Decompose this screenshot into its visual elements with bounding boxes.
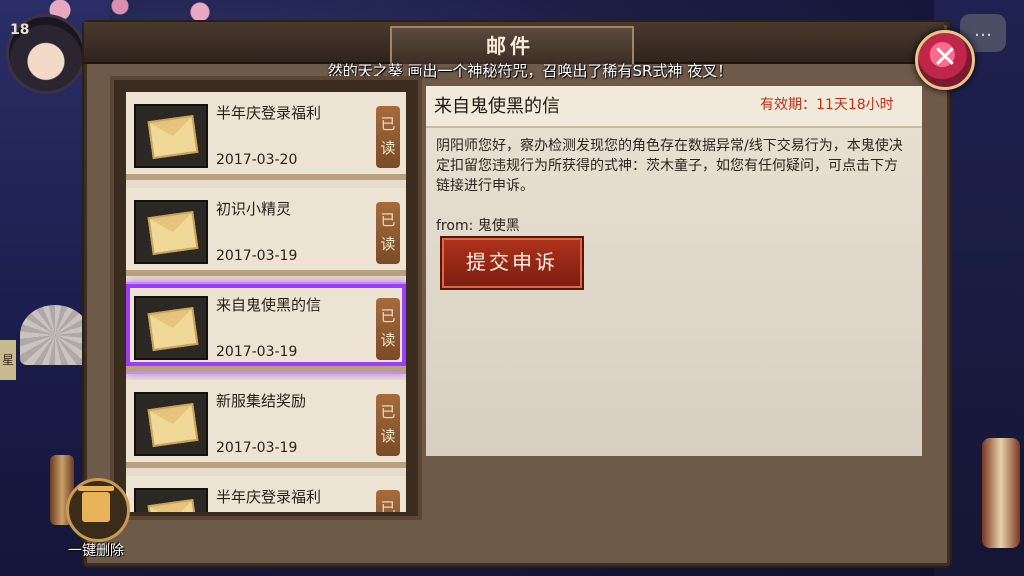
close-button[interactable]: ✕ [915,30,975,90]
envelope-icon [134,200,208,264]
read-status-tag: 已读 [376,490,400,512]
mail-date: 2017-03-20 [216,152,298,168]
close-icon: ✕ [932,40,958,75]
mail-sender: from: 鬼使黑 [436,218,520,234]
mail-title: 半年庆登录福利 [216,488,322,506]
mail-list-scroll[interactable]: 半年庆登录福利 2017-03-20 已读 初识小精灵 2017-03-19 已… [126,92,406,512]
validity-label: 有效期：11天18小时 [760,97,894,113]
window-title: 邮件 [486,34,534,58]
read-status-tag: 已读 [376,394,400,456]
side-tag[interactable]: 星 [0,340,16,380]
mail-item[interactable]: 新服集结奖励 2017-03-19 已读 [126,380,406,468]
player-level: 18 [10,22,30,38]
delete-all-button[interactable] [60,478,130,542]
mail-item[interactable]: 初识小精灵 2017-03-19 已读 [126,188,406,276]
envelope-icon [134,488,208,512]
mail-date: 2017-03-19 [216,440,298,456]
delete-all-label: 一键删除 [68,543,124,559]
mail-body: 阴阳师您好，察办检测发现您的角色存在数据异常/线下交易行为，本鬼使决定扣留您违规… [436,138,903,194]
mail-list: 半年庆登录福利 2017-03-20 已读 初识小精灵 2017-03-19 已… [110,76,422,520]
envelope-icon [134,392,208,456]
read-status-tag: 已读 [376,106,400,168]
mail-item[interactable]: 半年庆登录福利 2017-03-20 已读 [126,92,406,180]
envelope-icon [134,104,208,168]
mail-item[interactable]: 半年庆登录福利 已读 [126,476,406,512]
mail-title: 来自鬼使黑的信 [216,296,322,314]
mail-title: 新服集结奖励 [216,392,307,410]
envelope-icon [134,296,208,360]
mail-title: 半年庆登录福利 [216,104,322,122]
read-status-tag: 已读 [376,202,400,264]
trash-icon [78,486,114,522]
mail-title: 初识小精灵 [216,200,292,218]
scroll-decoration-right [982,438,1020,548]
mail-date: 2017-03-19 [216,344,298,360]
mail-item-selected[interactable]: 来自鬼使黑的信 2017-03-19 已读 [126,282,406,374]
submit-appeal-button[interactable]: 提交申诉 [440,236,584,290]
mail-date: 2017-03-19 [216,248,298,264]
mail-subject: 来自鬼使黑的信 [434,96,560,117]
read-status-tag: 已读 [376,298,400,360]
umbrella-decoration [20,305,90,365]
